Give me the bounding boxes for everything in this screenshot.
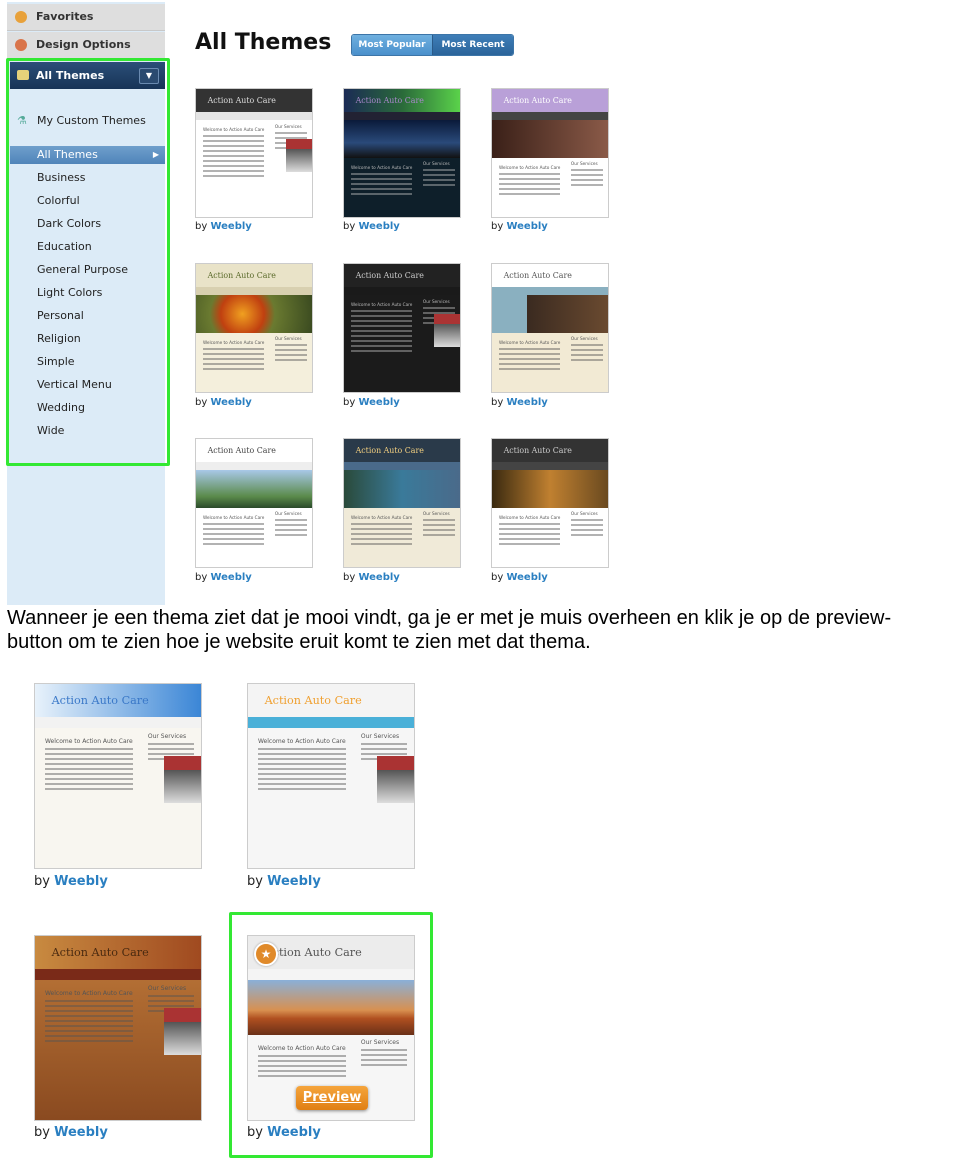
author-link[interactable]: Weebly: [358, 572, 399, 583]
theme-author: by Weebly: [195, 397, 252, 408]
theme-thumbnail[interactable]: Action Auto Care Welcome to Action Auto C…: [491, 88, 609, 218]
theme-thumbnail[interactable]: Action Auto Care Welcome to Action Auto C…: [195, 88, 313, 218]
theme-author: by Weebly: [34, 874, 108, 889]
tab-most-recent[interactable]: Most Recent: [432, 35, 513, 55]
theme-thumbnail[interactable]: Action Auto Care Welcome to Action Auto C…: [247, 683, 415, 869]
theme-banner-image: [196, 469, 312, 509]
author-link[interactable]: Weebly: [506, 221, 547, 232]
theme-nav: [248, 717, 414, 729]
theme-thumbnail[interactable]: Action Auto Care Welcome to Action Auto C…: [491, 263, 609, 393]
theme-nav: [196, 287, 312, 295]
theme-body: Welcome to Action Auto Care Our Services: [35, 980, 201, 1055]
theme-thumbnail[interactable]: Action Auto Care Welcome to Action Auto C…: [195, 438, 313, 568]
theme-author: by Weebly: [343, 221, 400, 232]
theme-banner-image: [492, 119, 608, 159]
theme-body: Welcome to Action Auto Care Our Services: [492, 508, 608, 555]
author-link[interactable]: Weebly: [358, 397, 399, 408]
theme-author: by Weebly: [34, 1125, 108, 1140]
theme-banner-image: [492, 294, 608, 334]
theme-nav: [35, 717, 201, 729]
theme-author: by Weebly: [343, 572, 400, 583]
highlight-box-preview: [229, 912, 433, 1158]
theme-thumbnail[interactable]: Action Auto Care Welcome to Action Auto C…: [343, 88, 461, 218]
theme-site-title: Action Auto Care: [248, 684, 414, 718]
highlight-box: [6, 58, 170, 466]
theme-nav: [344, 287, 460, 295]
theme-photo: [286, 139, 312, 172]
theme-nav: [196, 112, 312, 120]
star-icon: [15, 11, 27, 23]
theme-photo: [377, 756, 414, 803]
author-link[interactable]: Weebly: [210, 397, 251, 408]
author-link[interactable]: Weebly: [210, 221, 251, 232]
theme-site-title: Action Auto Care: [35, 936, 201, 970]
theme-site-title: Action Auto Care: [196, 89, 312, 113]
theme-body: Welcome to Action Auto Care Our Services: [196, 120, 312, 187]
theme-body: Welcome to Action Auto Care Our Services: [344, 158, 460, 205]
author-link[interactable]: Weebly: [358, 221, 399, 232]
theme-nav: [35, 969, 201, 981]
theme-site-title: Action Auto Care: [196, 264, 312, 288]
theme-site-title: Action Auto Care: [344, 89, 460, 113]
author-link[interactable]: Weebly: [54, 874, 108, 889]
instruction-text: Wanneer je een thema ziet dat je mooi vi…: [7, 607, 892, 653]
theme-banner-image: [344, 469, 460, 509]
sidebar-item-design-options[interactable]: Design Options: [7, 32, 165, 59]
author-link[interactable]: Weebly: [267, 874, 321, 889]
theme-author: by Weebly: [343, 397, 400, 408]
theme-thumbnail[interactable]: Action Auto Care Welcome to Action Auto C…: [195, 263, 313, 393]
author-link[interactable]: Weebly: [210, 572, 251, 583]
author-link[interactable]: Weebly: [506, 397, 547, 408]
theme-nav: [492, 287, 608, 295]
theme-author: by Weebly: [247, 874, 321, 889]
theme-body: Welcome to Action Auto Care Our Services: [35, 728, 201, 803]
sort-tabs: Most Popular Most Recent: [351, 34, 514, 56]
theme-thumbnail[interactable]: Action Auto Care Welcome to Action Auto C…: [491, 438, 609, 568]
theme-photo: [164, 756, 201, 803]
theme-banner-image: [344, 119, 460, 159]
theme-site-title: Action Auto Care: [492, 89, 608, 113]
theme-thumbnail[interactable]: Action Auto Care Welcome to Action Auto C…: [343, 263, 461, 393]
theme-body: Welcome to Action Auto Care Our Services: [248, 728, 414, 803]
theme-author: by Weebly: [491, 572, 548, 583]
theme-body: Welcome to Action Auto Care Our Services: [344, 508, 460, 555]
theme-thumbnail[interactable]: Action Auto Care Welcome to Action Auto C…: [34, 935, 202, 1121]
author-link[interactable]: Weebly: [54, 1125, 108, 1140]
theme-nav: [196, 462, 312, 470]
theme-author: by Weebly: [195, 221, 252, 232]
theme-body: Welcome to Action Auto Care Our Services: [492, 158, 608, 205]
theme-banner-image: [492, 469, 608, 509]
theme-site-title: Action Auto Care: [492, 264, 608, 288]
theme-author: by Weebly: [195, 572, 252, 583]
author-link[interactable]: Weebly: [506, 572, 547, 583]
theme-body: Welcome to Action Auto Care Our Services: [492, 333, 608, 380]
theme-site-title: Action Auto Care: [344, 439, 460, 463]
theme-site-title: Action Auto Care: [196, 439, 312, 463]
theme-thumbnail[interactable]: Action Auto Care Welcome to Action Auto C…: [343, 438, 461, 568]
page-title: All Themes: [195, 30, 332, 55]
theme-photo: [434, 314, 460, 347]
theme-banner-image: [196, 294, 312, 334]
theme-author: by Weebly: [491, 221, 548, 232]
theme-site-title: Action Auto Care: [35, 684, 201, 718]
palette-icon: [15, 39, 27, 51]
tab-most-popular[interactable]: Most Popular: [352, 35, 432, 55]
theme-site-title: Action Auto Care: [492, 439, 608, 463]
theme-photo: [164, 1008, 201, 1055]
theme-nav: [492, 112, 608, 120]
theme-thumbnail[interactable]: Action Auto Care Welcome to Action Auto C…: [34, 683, 202, 869]
theme-nav: [344, 462, 460, 470]
theme-author: by Weebly: [491, 397, 548, 408]
theme-body: Welcome to Action Auto Care Our Services: [196, 508, 312, 555]
theme-body: Welcome to Action Auto Care Our Services: [196, 333, 312, 380]
sidebar-item-favorites[interactable]: Favorites: [7, 4, 165, 31]
theme-nav: [344, 112, 460, 120]
theme-body: Welcome to Action Auto Care Our Services: [344, 295, 460, 362]
theme-site-title: Action Auto Care: [344, 264, 460, 288]
theme-nav: [492, 462, 608, 470]
